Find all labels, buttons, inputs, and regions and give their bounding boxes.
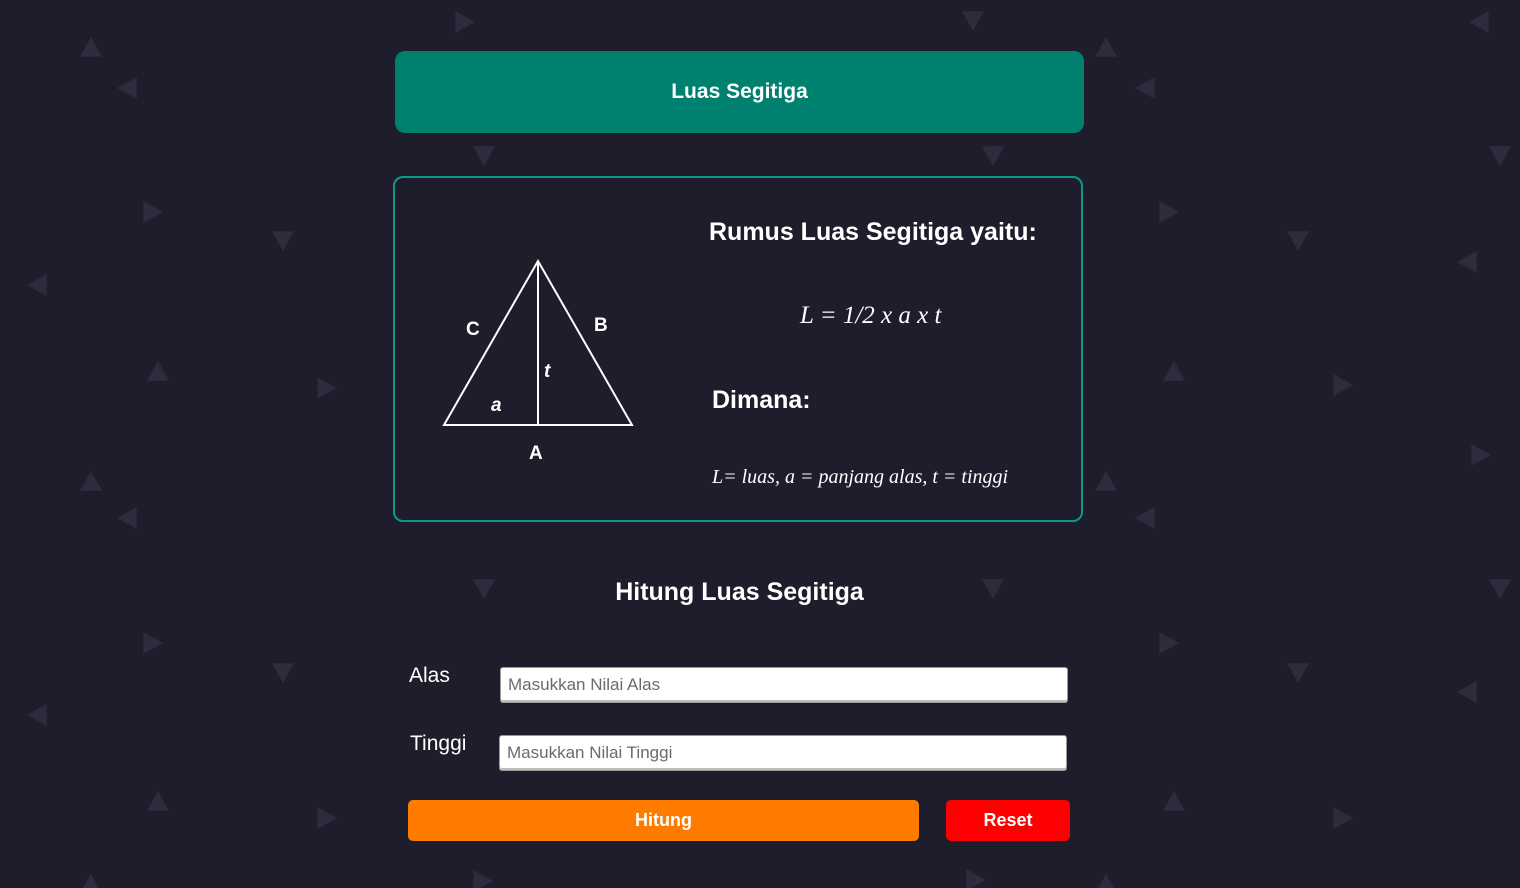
formula-heading: Rumus Luas Segitiga yaitu: [709, 218, 1037, 246]
calculator-title: Hitung Luas Segitiga [615, 578, 864, 606]
tinggi-label: Tinggi [410, 732, 467, 755]
page-title: Luas Segitiga [671, 80, 808, 103]
hitung-button[interactable]: Hitung [408, 800, 919, 841]
base-a-label: a [491, 395, 502, 416]
formula-card: C B A t a Rumus Luas Segitiga yaitu: L =… [393, 176, 1083, 522]
vertex-a-label: A [529, 443, 543, 464]
formula-equation: L = 1/2 x a x t [800, 302, 942, 329]
alas-label: Alas [409, 664, 450, 687]
reset-button[interactable]: Reset [946, 800, 1070, 841]
height-t-label: t [544, 361, 551, 382]
alas-input[interactable] [500, 667, 1068, 703]
tinggi-input[interactable] [499, 735, 1067, 771]
where-description: L= luas, a = panjang alas, t = tinggi [712, 466, 1009, 488]
vertex-c-label: C [466, 319, 480, 340]
vertex-b-label: B [594, 315, 608, 336]
triangle-diagram: C B A t a [442, 258, 634, 464]
page: Luas Segitiga C B A t a Rumus Luas Segit… [0, 0, 1520, 888]
where-heading: Dimana: [712, 386, 811, 414]
header-bar: Luas Segitiga [395, 51, 1084, 133]
